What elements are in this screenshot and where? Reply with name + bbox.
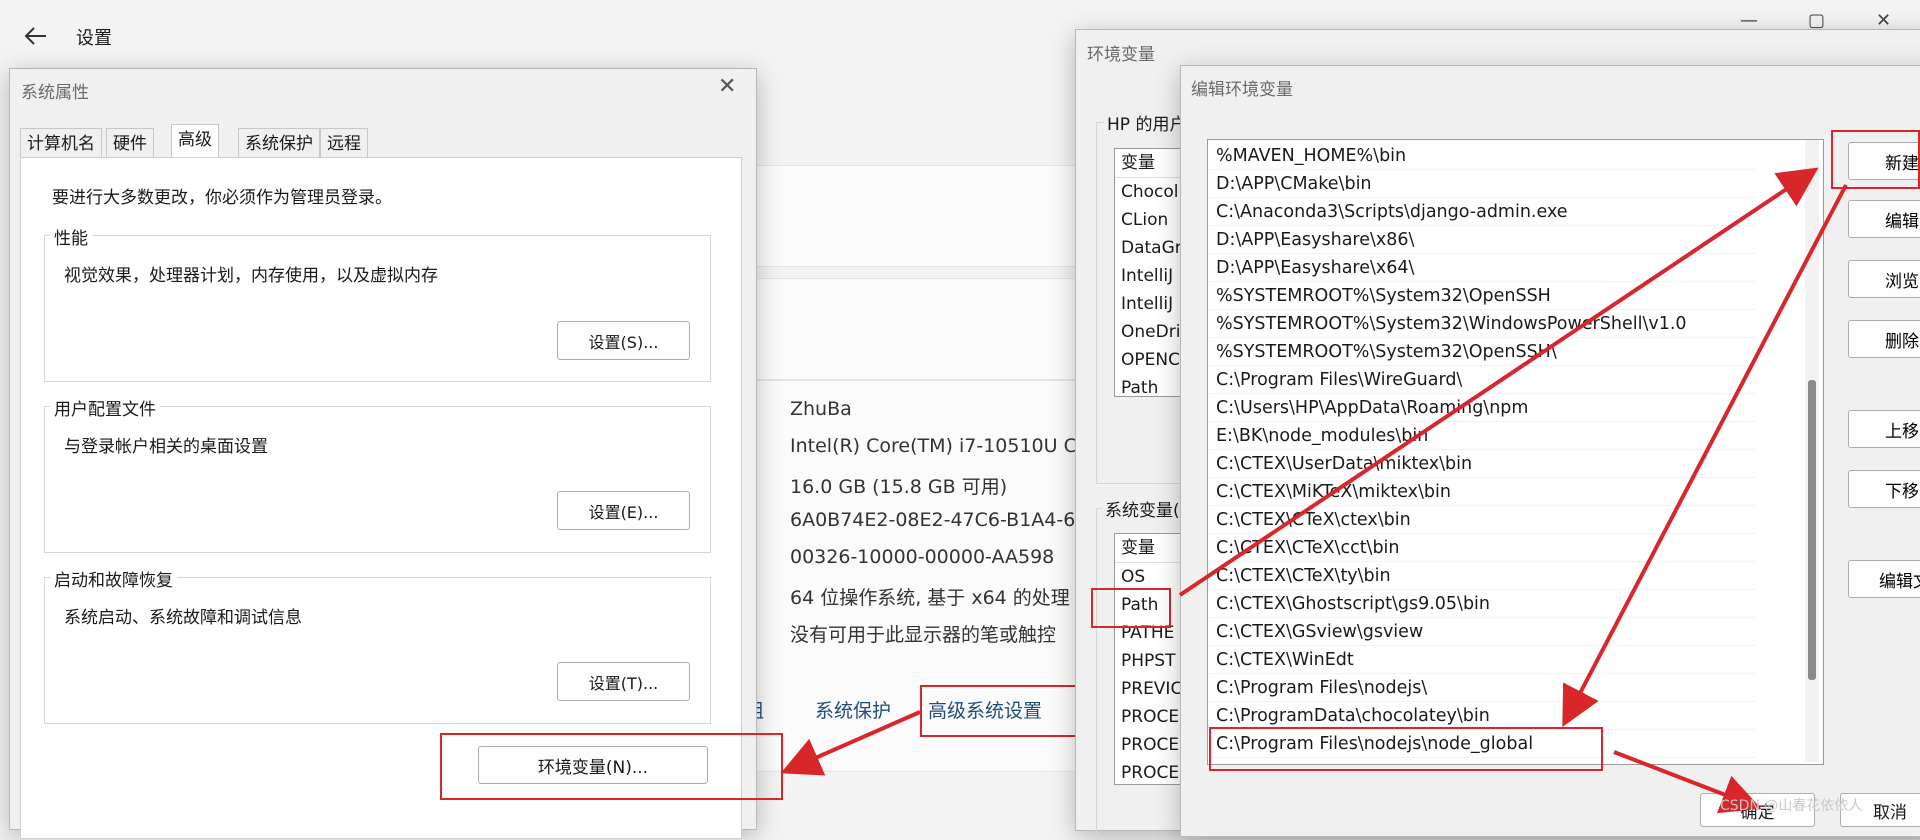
watermark: CSDN @山春花依依人 [1720, 798, 1863, 814]
arrow-to-env-button [780, 710, 921, 776]
annotation-arrows [780, 167, 1848, 814]
arrow-to-new-path [1562, 184, 1848, 728]
arrow-to-new-button [1178, 167, 1819, 597]
